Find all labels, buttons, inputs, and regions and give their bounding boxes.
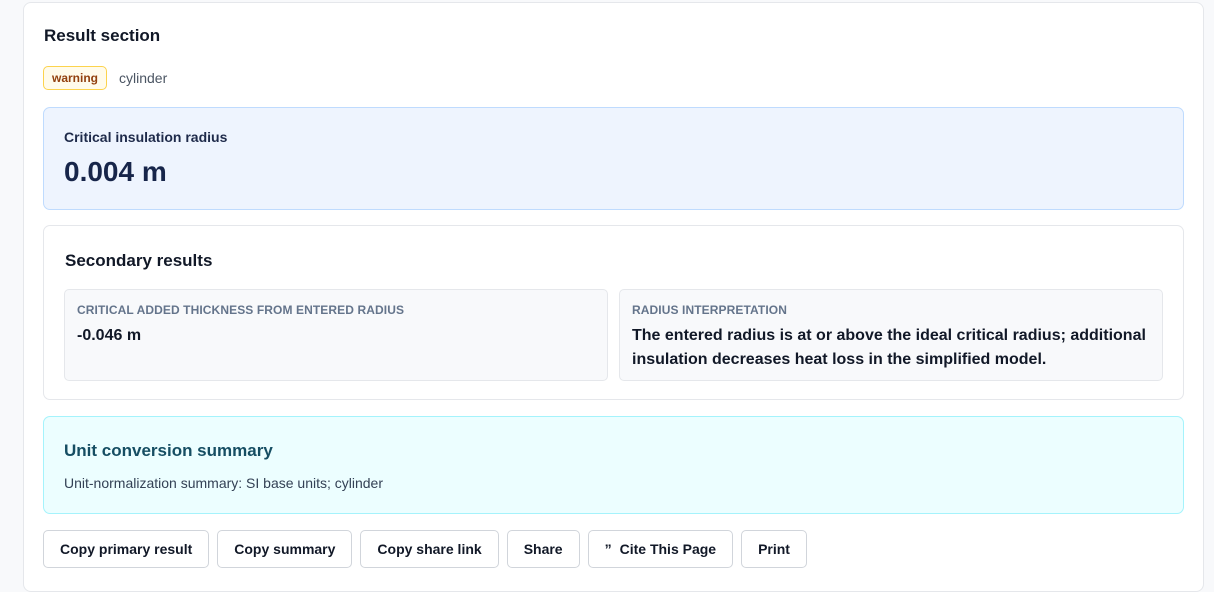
- cite-label: Cite This Page: [619, 541, 717, 557]
- action-bar: Copy primary result Copy summary Copy sh…: [43, 530, 807, 568]
- status-badge: warning: [43, 66, 108, 90]
- cite-button[interactable]: ” Cite This Page: [587, 530, 734, 568]
- quote-icon: ”: [604, 541, 612, 557]
- secondary-result-value: The entered radius is at or above the id…: [632, 327, 1146, 368]
- secondary-results-panel: Secondary results CRITICAL ADDED THICKNE…: [43, 225, 1184, 400]
- result-section-title: Result section: [44, 26, 161, 45]
- geometry-label: cylinder: [119, 70, 168, 86]
- copy-share-link-label: Copy share link: [377, 541, 482, 557]
- copy-primary-result-button[interactable]: Copy primary result: [43, 530, 210, 568]
- result-section: Result section warning cylinder Critical…: [23, 2, 1204, 592]
- primary-result-label: Critical insulation radius: [64, 129, 228, 145]
- print-button[interactable]: Print: [741, 530, 807, 568]
- share-label: Share: [523, 541, 563, 557]
- copy-share-link-button[interactable]: Copy share link: [360, 530, 499, 568]
- unit-conversion-title: Unit conversion summary: [64, 441, 273, 460]
- copy-summary-button[interactable]: Copy summary: [217, 530, 353, 568]
- print-label: Print: [758, 541, 790, 557]
- copy-primary-result-label: Copy primary result: [60, 541, 193, 557]
- secondary-result-tile: CRITICAL ADDED THICKNESS FROM ENTERED RA…: [64, 289, 608, 381]
- secondary-result-label: RADIUS INTERPRETATION: [632, 303, 787, 317]
- status-row: warning cylinder: [43, 66, 167, 90]
- secondary-result-value: -0.046 m: [77, 327, 142, 344]
- secondary-result-label: CRITICAL ADDED THICKNESS FROM ENTERED RA…: [77, 303, 405, 317]
- unit-conversion-text: Unit-normalization summary: SI base unit…: [64, 475, 384, 491]
- secondary-results-title: Secondary results: [65, 251, 213, 270]
- primary-result-value: 0.004 m: [64, 156, 167, 187]
- secondary-result-tile: RADIUS INTERPRETATION The entered radius…: [619, 289, 1163, 381]
- copy-summary-label: Copy summary: [234, 541, 336, 557]
- primary-result-panel: Critical insulation radius 0.004 m: [43, 107, 1184, 210]
- unit-conversion-panel: Unit conversion summary Unit-normalizati…: [43, 416, 1184, 514]
- share-button[interactable]: Share: [506, 530, 580, 568]
